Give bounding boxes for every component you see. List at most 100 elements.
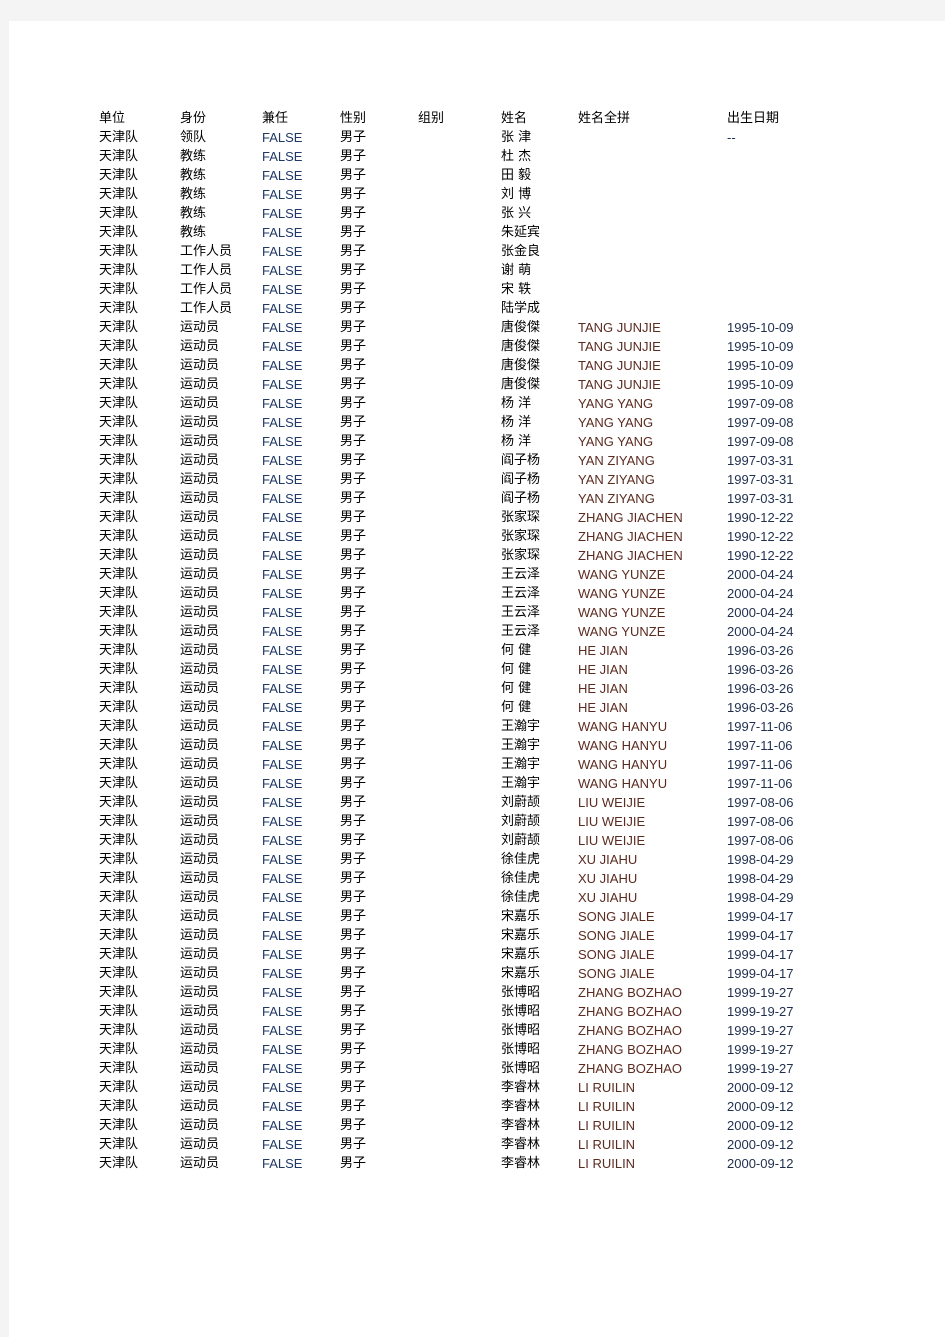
table-row: 天津队 运动员 FALSE 男子 何 健 HE JIAN 1996-03-26	[99, 660, 839, 679]
cell-name: 宋嘉乐	[501, 947, 541, 962]
table-row: 天津队 运动员 FALSE 男子 何 健 HE JIAN 1996-03-26	[99, 679, 839, 698]
cell-group	[418, 394, 501, 413]
cell-birthdate: 2000-04-24	[727, 567, 794, 582]
cell-gender: 男子	[340, 1080, 367, 1095]
cell-gender: 男子	[340, 814, 367, 829]
cell-unit: 天津队	[99, 757, 139, 772]
cell-gender: 男子	[340, 1137, 367, 1152]
cell-unit: 天津队	[99, 928, 139, 943]
cell-pinyin	[578, 204, 727, 223]
cell-gender: 男子	[340, 244, 367, 259]
cell-role: 工作人员	[180, 301, 233, 316]
table-row: 天津队 运动员 FALSE 男子 唐俊傑 TANG JUNJIE 1995-10-09	[99, 375, 839, 394]
cell-group	[418, 356, 501, 375]
cell-role: 运动员	[180, 491, 220, 506]
cell-birthdate: 1999-19-27	[727, 1023, 794, 1038]
cell-birthdate: 1990-12-22	[727, 510, 794, 525]
cell-unit: 天津队	[99, 1099, 139, 1114]
cell-group	[418, 869, 501, 888]
cell-unit: 天津队	[99, 1042, 139, 1057]
cell-gender: 男子	[340, 586, 367, 601]
cell-group	[418, 831, 501, 850]
cell-gender: 男子	[340, 282, 367, 297]
cell-unit: 天津队	[99, 282, 139, 297]
cell-role: 运动员	[180, 871, 220, 886]
cell-unit: 天津队	[99, 909, 139, 924]
cell-birthdate: 1995-10-09	[727, 339, 794, 354]
cell-name: 宋嘉乐	[501, 966, 541, 981]
cell-name: 宋 轶	[501, 282, 532, 297]
table-row: 天津队 教练 FALSE 男子 张 兴	[99, 204, 839, 223]
table-row: 天津队 运动员 FALSE 男子 李睿林 LI RUILIN 2000-09-12	[99, 1135, 839, 1154]
cell-role: 运动员	[180, 719, 220, 734]
cell-unit: 天津队	[99, 833, 139, 848]
column-header-group: 组别	[418, 111, 445, 126]
cell-group	[418, 793, 501, 812]
cell-pinyin: LI RUILIN	[578, 1137, 636, 1152]
header-row: 单位 身份 兼任 性别 组别 姓名 姓名全拼 出生日期	[99, 109, 839, 128]
cell-name: 张博昭	[501, 1023, 541, 1038]
cell-birthdate: 1997-03-31	[727, 472, 794, 487]
cell-birthdate: --	[727, 130, 736, 145]
cell-birthdate	[727, 147, 839, 166]
cell-pinyin	[578, 166, 727, 185]
cell-name: 王云泽	[501, 586, 541, 601]
cell-name: 唐俊傑	[501, 320, 541, 335]
cell-pinyin: HE JIAN	[578, 643, 628, 658]
cell-unit: 天津队	[99, 852, 139, 867]
cell-concurrent: FALSE	[262, 301, 303, 316]
table-row: 天津队 运动员 FALSE 男子 王云泽 WANG YUNZE 2000-04-24	[99, 622, 839, 641]
cell-gender: 男子	[340, 206, 367, 221]
table-row: 天津队 运动员 FALSE 男子 宋嘉乐 SONG JIALE 1999-04-17	[99, 926, 839, 945]
cell-unit: 天津队	[99, 187, 139, 202]
cell-gender: 男子	[340, 415, 367, 430]
cell-pinyin: YANG YANG	[578, 415, 654, 430]
cell-concurrent: FALSE	[262, 453, 303, 468]
cell-pinyin: TANG JUNJIE	[578, 320, 661, 335]
cell-birthdate	[727, 223, 839, 242]
cell-unit: 天津队	[99, 130, 139, 145]
cell-group	[418, 584, 501, 603]
cell-unit: 天津队	[99, 206, 139, 221]
table-row: 天津队 运动员 FALSE 男子 王瀚宇 WANG HANYU 1997-11-06	[99, 755, 839, 774]
cell-concurrent: FALSE	[262, 947, 303, 962]
cell-gender: 男子	[340, 510, 367, 525]
cell-birthdate: 1996-03-26	[727, 662, 794, 677]
cell-pinyin: TANG JUNJIE	[578, 358, 661, 373]
cell-pinyin: WANG HANYU	[578, 719, 668, 734]
cell-concurrent: FALSE	[262, 1080, 303, 1095]
cell-concurrent: FALSE	[262, 206, 303, 221]
cell-role: 运动员	[180, 985, 220, 1000]
table-row: 天津队 教练 FALSE 男子 杜 杰	[99, 147, 839, 166]
cell-name: 何 健	[501, 643, 532, 658]
cell-birthdate: 1997-08-06	[727, 833, 794, 848]
cell-role: 运动员	[180, 966, 220, 981]
cell-birthdate: 1997-09-08	[727, 434, 794, 449]
cell-unit: 天津队	[99, 510, 139, 525]
cell-name: 唐俊傑	[501, 377, 541, 392]
cell-birthdate: 1997-08-06	[727, 795, 794, 810]
cell-group	[418, 375, 501, 394]
cell-unit: 天津队	[99, 149, 139, 164]
cell-concurrent: FALSE	[262, 1099, 303, 1114]
cell-concurrent: FALSE	[262, 662, 303, 677]
cell-pinyin: SONG JIALE	[578, 947, 655, 962]
cell-unit: 天津队	[99, 396, 139, 411]
cell-name: 宋嘉乐	[501, 928, 541, 943]
cell-group	[418, 546, 501, 565]
cell-birthdate: 1995-10-09	[727, 358, 794, 373]
cell-unit: 天津队	[99, 453, 139, 468]
cell-concurrent: FALSE	[262, 149, 303, 164]
cell-concurrent: FALSE	[262, 909, 303, 924]
cell-gender: 男子	[340, 909, 367, 924]
cell-concurrent: FALSE	[262, 966, 303, 981]
cell-role: 运动员	[180, 1061, 220, 1076]
cell-concurrent: FALSE	[262, 320, 303, 335]
cell-role: 运动员	[180, 1118, 220, 1133]
cell-concurrent: FALSE	[262, 415, 303, 430]
column-header-name: 姓名	[501, 111, 528, 126]
cell-group	[418, 983, 501, 1002]
cell-pinyin: LI RUILIN	[578, 1099, 636, 1114]
cell-concurrent: FALSE	[262, 168, 303, 183]
cell-name: 宋嘉乐	[501, 909, 541, 924]
